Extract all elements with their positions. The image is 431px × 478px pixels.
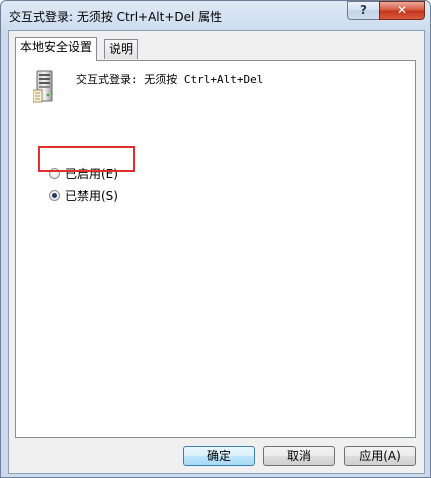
radio-checked[interactable] [49,189,60,201]
tab-label: 本地安全设置 [20,40,93,54]
title-bar[interactable]: 交互式登录: 无须按 Ctrl+Alt+Del 属性 ? ✕ [1,1,430,31]
close-button[interactable]: ✕ [379,1,425,20]
help-icon: ? [360,3,367,17]
disabled-label: 已禁用(S) [65,188,118,203]
tab-label: 说明 [109,42,134,56]
disabled-radio-option[interactable]: 已禁用(S) [49,187,118,203]
close-icon: ✕ [396,3,408,17]
ok-button[interactable]: 确定 [183,446,255,466]
help-button[interactable]: ? [347,1,380,20]
window-title: 交互式登录: 无须按 Ctrl+Alt+Del 属性 [9,10,223,24]
cancel-button[interactable]: 取消 [263,446,335,466]
policy-name: 交互式登录: 无须按 Ctrl+Alt+Del [76,73,264,86]
apply-button[interactable]: 应用(A) [344,446,416,466]
tab-local-security-setting[interactable]: 本地安全设置 [15,37,98,61]
dialog-body: 本地安全设置 说明 交互式登录: 无须按 Ctrl+Alt+Del 已启用(E)… [8,30,425,474]
server-icon [33,70,53,103]
tab-explain[interactable]: 说明 [104,39,139,59]
properties-dialog: 交互式登录: 无须按 Ctrl+Alt+Del 属性 ? ✕ 本地安全设置 说明 [0,0,431,478]
tab-panel: 交互式登录: 无须按 Ctrl+Alt+Del 已启用(E) 已禁用(S) [15,60,416,438]
highlight-annotation [38,146,135,172]
